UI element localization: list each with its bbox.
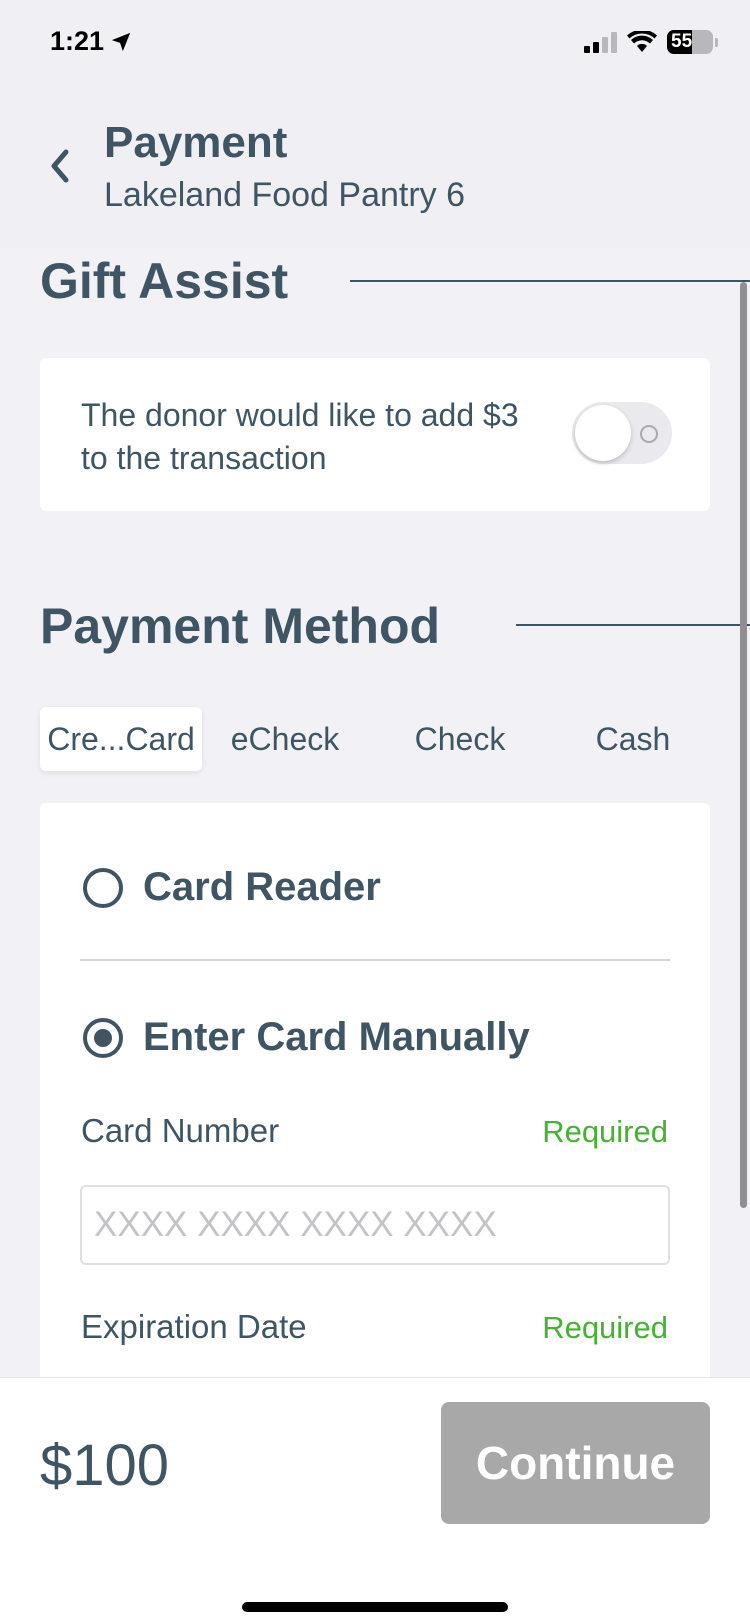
status-bar: 1:21 55 xyxy=(0,0,750,88)
gift-assist-toggle[interactable] xyxy=(572,402,672,464)
page-title: Payment xyxy=(104,118,288,167)
gift-assist-card: The donor would like to add $3 to the tr… xyxy=(40,358,710,511)
card-payment-form: Card Reader Enter Card Manually Card Num… xyxy=(40,803,710,1403)
tab-check[interactable]: Check xyxy=(400,707,520,771)
option-enter-manually-label: Enter Card Manually xyxy=(143,1015,530,1059)
payment-method-tabs: Cre...Card eCheck Check Cash xyxy=(40,707,710,771)
tab-credit-card[interactable]: Cre...Card xyxy=(40,707,202,771)
expiration-date-required: Required xyxy=(542,1310,668,1345)
battery-icon: 55 xyxy=(667,30,713,54)
option-enter-manually[interactable]: Enter Card Manually xyxy=(83,1015,530,1060)
back-button[interactable] xyxy=(44,146,74,186)
radio-enter-manually[interactable] xyxy=(83,1017,123,1058)
cellular-signal-icon xyxy=(584,31,617,53)
card-number-input[interactable] xyxy=(80,1185,670,1265)
gift-assist-divider xyxy=(350,280,750,282)
option-card-reader-label: Card Reader xyxy=(143,865,381,909)
option-card-reader[interactable]: Card Reader xyxy=(83,865,381,910)
tab-echeck[interactable]: eCheck xyxy=(220,707,350,771)
location-arrow-icon xyxy=(111,32,131,51)
payment-method-heading: Payment Method xyxy=(40,598,441,654)
expiration-date-label: Expiration Date xyxy=(81,1308,307,1345)
page-subtitle: Lakeland Food Pantry 6 xyxy=(104,176,466,214)
card-number-label: Card Number xyxy=(81,1112,280,1149)
battery-tip xyxy=(715,37,718,47)
battery-level: 55 xyxy=(671,31,693,52)
clock-text: 1:21 xyxy=(50,26,105,56)
toggle-off-indicator xyxy=(640,425,658,443)
card-number-required: Required xyxy=(542,1114,668,1149)
wifi-icon xyxy=(627,31,657,52)
continue-button[interactable]: Continue xyxy=(441,1402,710,1524)
toggle-knob xyxy=(575,405,631,461)
home-indicator xyxy=(242,1602,508,1612)
radio-card-reader[interactable] xyxy=(83,867,123,908)
gift-assist-text: The donor would like to add $3 to the tr… xyxy=(81,397,519,476)
status-icons: 55 xyxy=(584,30,718,54)
payment-method-divider xyxy=(516,624,750,626)
gift-assist-heading: Gift Assist xyxy=(40,253,289,309)
nav-header: Payment Lakeland Food Pantry 6 xyxy=(0,88,750,248)
chevron-left-icon xyxy=(51,149,69,183)
tab-cash[interactable]: Cash xyxy=(578,707,688,771)
scrollbar[interactable] xyxy=(740,282,747,1208)
status-time: 1:21 xyxy=(50,26,132,57)
option-divider xyxy=(80,959,670,961)
payment-footer: $100 Continue xyxy=(0,1377,750,1624)
total-amount: $100 xyxy=(40,1433,170,1498)
